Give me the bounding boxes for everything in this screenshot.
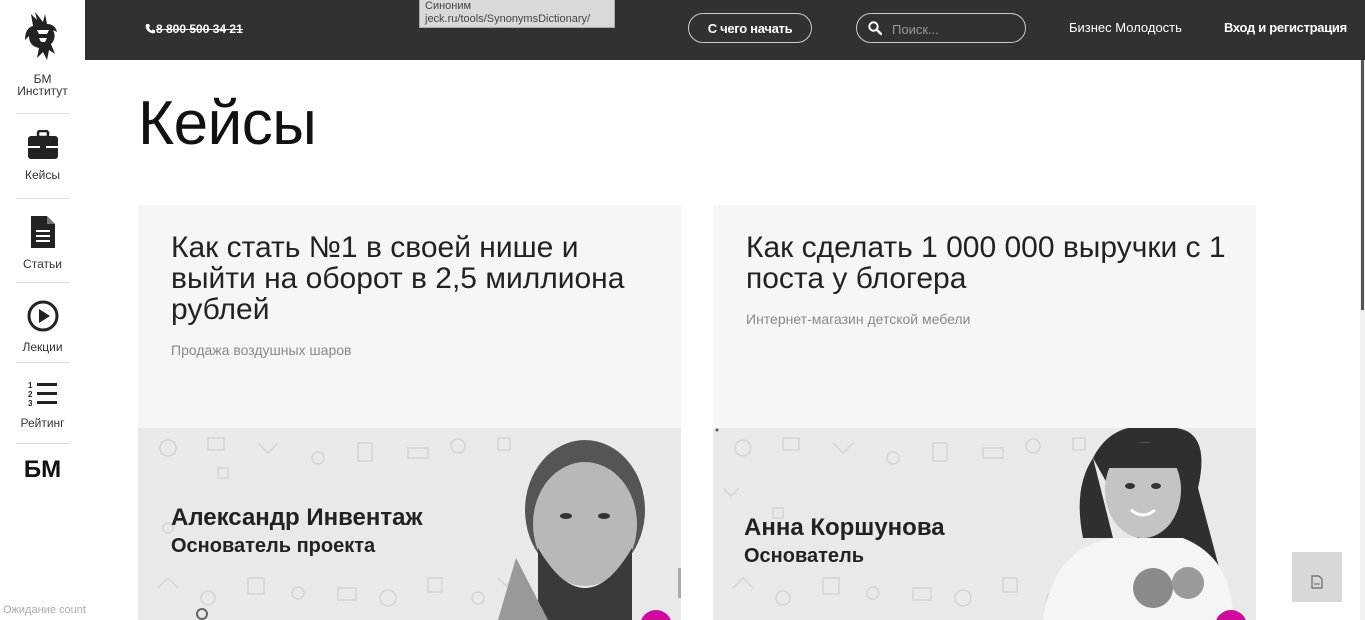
case-card[interactable]: Как стать №1 в своей нише и выйти на обо… (138, 205, 681, 620)
search-input[interactable] (890, 19, 1019, 39)
phone-link[interactable]: 8 800 500 34 21 (145, 22, 243, 36)
sidebar-divider (16, 198, 70, 199)
search-icon (868, 21, 882, 35)
tooltip-title: Синоним (425, 0, 472, 12)
person-role: Основатель проекта (171, 535, 376, 557)
sidebar-item-label: Кейсы (25, 168, 60, 182)
get-started-button[interactable]: С чего начать (688, 13, 812, 43)
case-title[interactable]: Как стать №1 в своей нише и выйти на обо… (171, 232, 651, 325)
case-subtitle: Интернет-магазин детской мебели (746, 311, 971, 327)
link-tooltip: Синоним jeck.ru/tools/SynonymsDictionary… (419, 0, 615, 28)
sidebar-item-label: Рейтинг (20, 416, 65, 430)
top-navigation-bar: 8 800 500 34 21 Синоним jeck.ru/tools/Sy… (85, 0, 1365, 60)
case-card[interactable]: Как сделать 1 000 000 выручки с 1 поста … (713, 205, 1256, 620)
sidebar-item-articles[interactable]: Статьи (0, 215, 85, 271)
sidebar-divider (16, 282, 70, 283)
business-youth-link[interactable]: Бизнес Молодость (1069, 20, 1182, 35)
case-cover-image: Александр Инвентаж Основатель проекта (138, 428, 681, 620)
scrollbar-thumb[interactable] (1361, 60, 1364, 310)
case-title[interactable]: Как сделать 1 000 000 выручки с 1 поста … (746, 232, 1226, 294)
login-register-link[interactable]: Вход и регистрация (1224, 20, 1347, 35)
search-box[interactable] (856, 13, 1026, 43)
case-subtitle: Продажа воздушных шаров (171, 342, 352, 358)
ranked-list-icon: 1 2 3 (28, 381, 57, 408)
play-icon (27, 300, 58, 332)
sidebar-divider (16, 443, 70, 444)
document-icon (30, 216, 55, 248)
sidebar-item-cases[interactable]: Кейсы (0, 129, 85, 182)
sidebar-item-lectures[interactable]: Лекции (0, 300, 85, 354)
person-name: Анна Коршунова (744, 514, 945, 541)
page-title: Кейсы (138, 89, 317, 158)
case-cover-image: Анна Коршунова Основатель (713, 428, 1256, 620)
person-name: Александр Инвентаж (171, 504, 423, 531)
sidebar-divider (16, 362, 70, 363)
griffin-logo-icon (24, 12, 57, 60)
briefcase-icon (27, 129, 58, 159)
institute-logo[interactable]: БМ Институт (0, 10, 85, 97)
sidebar-item-label: Лекции (22, 340, 63, 354)
phone-icon (145, 24, 155, 34)
person-role: Основатель (744, 545, 865, 567)
bm-logo[interactable]: БМ (0, 456, 85, 484)
svg-text:1: 1 (28, 381, 33, 390)
sidebar: БМ Институт Кейсы Статьи Лекции 1 2 3 Ре… (0, 0, 85, 620)
floating-widget-button[interactable] (1292, 552, 1342, 602)
page-scrollbar[interactable] (1360, 60, 1365, 620)
svg-text:3: 3 (28, 399, 33, 408)
svg-text:2: 2 (28, 390, 33, 399)
logo-label: БМ Институт (17, 72, 68, 98)
sidebar-item-rating[interactable]: 1 2 3 Рейтинг (0, 380, 85, 430)
document-icon (1311, 575, 1323, 589)
tooltip-url: jeck.ru/tools/SynonymsDictionary/ (425, 13, 591, 25)
browser-status-text: Ожидание count (3, 604, 86, 616)
sidebar-divider (16, 113, 70, 114)
sidebar-item-label: Статьи (23, 257, 62, 271)
phone-number: 8 800 500 34 21 (156, 22, 243, 36)
